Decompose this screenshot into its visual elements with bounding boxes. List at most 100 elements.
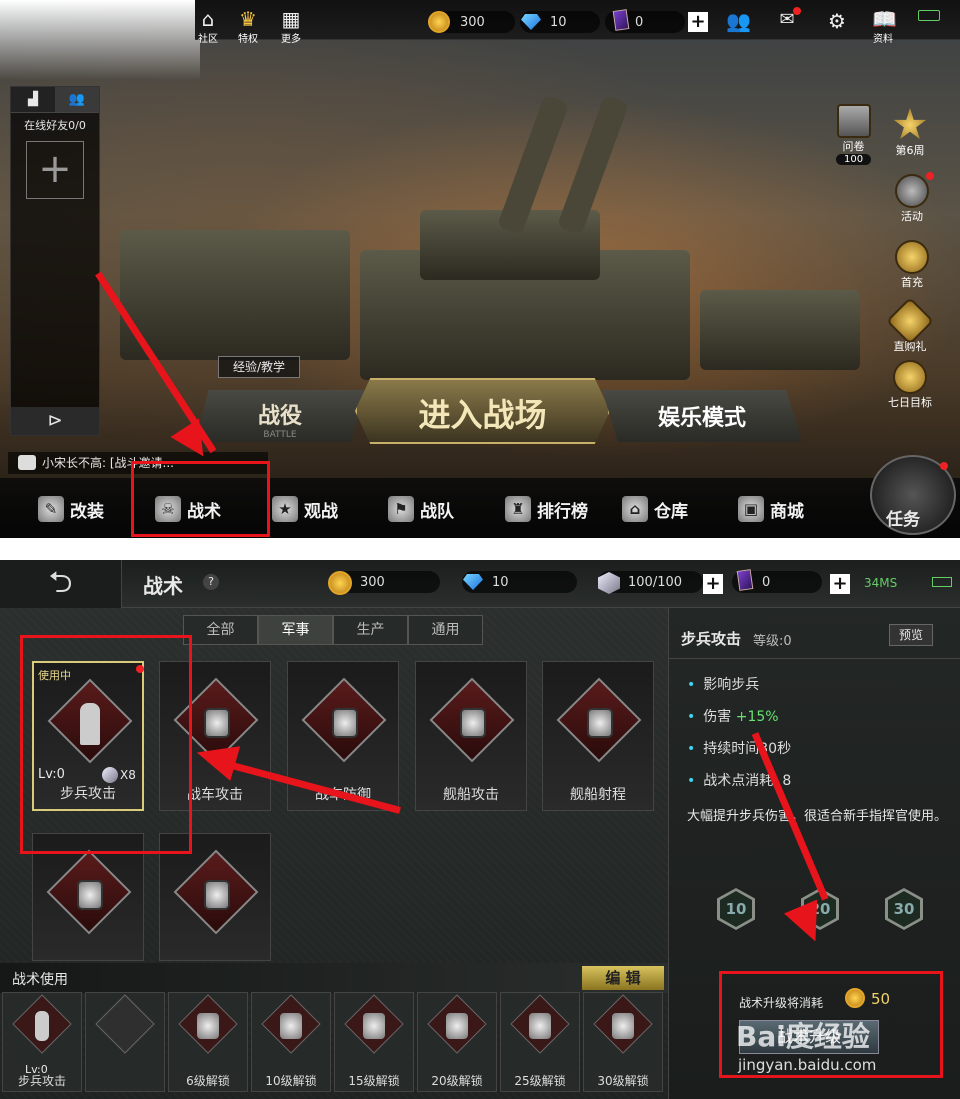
chest-icon (895, 240, 929, 274)
more-button[interactable]: ▦ 更多 (280, 8, 302, 45)
highlight-tactics-box (131, 461, 270, 537)
page-title: 战术 (143, 574, 183, 598)
survey-event[interactable]: 问卷 100 (836, 104, 872, 165)
usage-slot-locked[interactable]: 6级解锁 (168, 992, 248, 1092)
crown-icon: ♛ (239, 7, 257, 31)
back-button[interactable]: ⮌ (0, 560, 122, 608)
team-icon: ⚑ (388, 496, 414, 522)
soldier-icon (35, 1011, 49, 1041)
tab-general[interactable]: 通用 (408, 615, 483, 645)
usage-slot-locked[interactable]: 15级解锁 (334, 992, 414, 1092)
seven-day-event[interactable]: 七日目标 (888, 360, 932, 410)
mail-badge (793, 7, 801, 15)
lock-icon (77, 880, 103, 910)
battery-icon (918, 10, 940, 21)
lock-icon (363, 1013, 385, 1039)
data-button[interactable]: 📖 资料 (872, 7, 897, 45)
chart-tab-icon[interactable]: ▟ (11, 87, 55, 112)
milestone-10: 10 (717, 888, 755, 930)
ping-label: 34MS (864, 576, 898, 590)
add-card-button[interactable]: + (830, 574, 850, 594)
lock-icon (204, 708, 230, 738)
community-button[interactable]: ⌂ 社区 (197, 8, 219, 45)
lock-icon (204, 880, 230, 910)
edit-button[interactable]: 编 辑 (582, 966, 664, 990)
star-badge-icon (836, 104, 871, 138)
activity-event[interactable]: 活动 (895, 174, 929, 224)
collapse-panel-button[interactable]: ⊳ (11, 407, 99, 435)
spectate-icon: ★ (272, 496, 298, 522)
usage-header: 战术使用 编 辑 (0, 963, 668, 993)
friends-icon[interactable]: 👥 (726, 10, 751, 32)
spectate-button[interactable]: ★ 观战 (272, 496, 338, 522)
usage-slot-infantry[interactable]: Lv:0 步兵攻击 (2, 992, 82, 1092)
entertainment-mode-button[interactable]: 娱乐模式 (602, 390, 802, 442)
usage-slot-locked[interactable]: 10级解锁 (251, 992, 331, 1092)
community-icon: ⌂ (201, 7, 215, 31)
add-crystal-button[interactable]: + (703, 574, 723, 594)
leaderboard-button[interactable]: ♜ 排行榜 (505, 496, 588, 522)
privilege-button[interactable]: ♛ 特权 (237, 8, 259, 45)
lock-icon (280, 1013, 302, 1039)
usage-slot-empty[interactable] (85, 992, 165, 1092)
campaign-mode-button[interactable]: 战役 BATTLE (195, 390, 365, 442)
tactics-screen: ⮌ 战术 ? 300 10 100/100 + 0 + 34MS 全部 军事 生… (0, 560, 960, 1099)
lock-icon (332, 708, 358, 738)
first-recharge-event[interactable]: 首充 (895, 240, 929, 290)
online-friends-label: 在线好友0/0 (24, 119, 86, 132)
lobby-screen: ⌂ 社区 ♛ 特权 ▦ 更多 300 10 0 + 👥 ✉ ⚙ 📖 资料 ▟ 👥 在线好… (0, 0, 960, 538)
usage-slot-locked[interactable]: 25级解锁 (500, 992, 580, 1092)
detail-name: 步兵攻击 (681, 630, 742, 648)
shop-icon: ▣ (738, 496, 764, 522)
card-icon (736, 569, 754, 591)
sky-overlay (0, 0, 200, 80)
friend-panel: ▟ 👥 在线好友0/0 + ⊳ (10, 86, 100, 436)
lock-icon (587, 708, 613, 738)
more-icon: ▦ (281, 7, 301, 31)
highlight-upgrade-box (719, 971, 943, 1078)
team-button[interactable]: ⚑ 战队 (388, 496, 454, 522)
direct-gift-event[interactable]: 直购礼 (885, 296, 935, 354)
milestone-30: 30 (885, 888, 923, 930)
detail-level: 等级:0 (753, 634, 792, 649)
lock-icon (460, 708, 486, 738)
book-icon: 📖 (872, 7, 897, 31)
add-friend-button[interactable]: + (26, 141, 84, 199)
highlight-infantry-box (20, 635, 192, 854)
tab-military[interactable]: 军事 (258, 615, 333, 645)
detail-description: 大幅提升步兵伤害，很适合新手指挥官使用。 (687, 809, 948, 824)
friends-tab-icon[interactable]: 👥 (55, 87, 99, 112)
lock-icon (446, 1013, 468, 1039)
category-tabs: 全部 军事 生产 通用 (183, 615, 483, 645)
warehouse-button[interactable]: ⌂ 仓库 (622, 496, 688, 522)
lock-icon (197, 1013, 219, 1039)
warehouse-icon: ⌂ (622, 496, 648, 522)
tutorial-button[interactable]: 经验/教学 (218, 356, 300, 378)
gold-coin-icon (328, 571, 352, 595)
usage-slot-locked[interactable]: 30级解锁 (583, 992, 663, 1092)
right-tank-image (700, 290, 860, 370)
week-event[interactable]: 第6周 (893, 108, 927, 158)
tactic-card-ship-attack[interactable]: 舰船攻击 (415, 661, 527, 811)
shop-button[interactable]: ▣ 商城 (738, 496, 804, 522)
usage-slot-locked[interactable]: 20级解锁 (417, 992, 497, 1092)
settings-gear-icon[interactable]: ⚙ (826, 10, 848, 32)
modify-button[interactable]: ✎ 改装 (38, 496, 104, 522)
lock-icon (612, 1013, 634, 1039)
tab-production[interactable]: 生产 (333, 615, 408, 645)
usage-slots: Lv:0 步兵攻击 6级解锁 10级解锁 15级解锁 20级解锁 25级解锁 30… (2, 992, 663, 1092)
preview-button[interactable]: 预览 (889, 624, 933, 646)
tab-all[interactable]: 全部 (183, 615, 258, 645)
enter-battle-button[interactable]: 进入战场 (355, 378, 610, 444)
task-badge (940, 462, 948, 470)
tactic-card-ship-range[interactable]: 舰船射程 (542, 661, 654, 811)
gold-coin-icon (428, 11, 450, 33)
add-currency-button[interactable]: + (688, 12, 708, 32)
left-tank-image (120, 230, 350, 360)
chat-bubble-icon (18, 455, 36, 470)
activity-star-icon (895, 174, 929, 208)
activity-badge (926, 172, 934, 180)
coin-stack-icon (893, 360, 927, 394)
wrench-icon: ✎ (38, 496, 64, 522)
help-icon[interactable]: ? (203, 574, 219, 590)
